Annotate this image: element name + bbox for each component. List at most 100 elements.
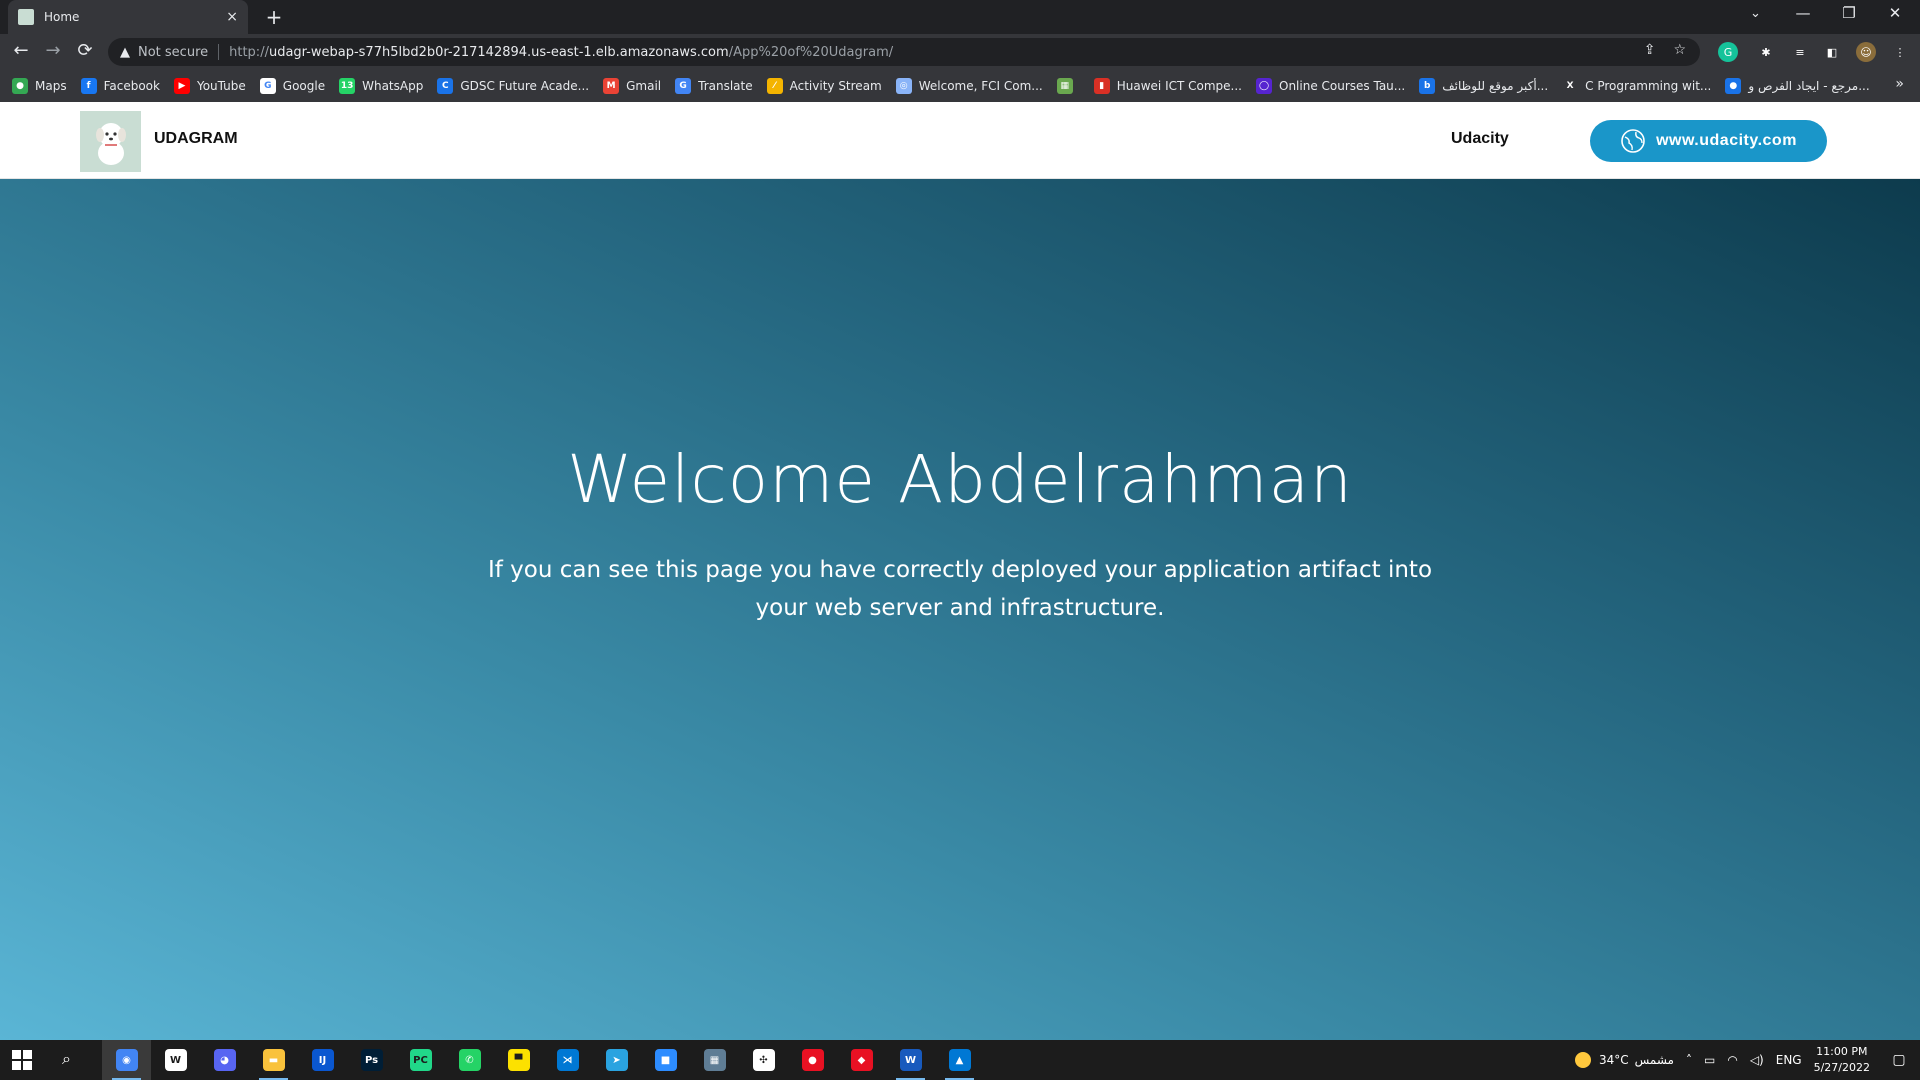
taskbar-app[interactable]: ▲: [935, 1040, 984, 1080]
windows-start-icon[interactable]: [12, 1050, 32, 1070]
minimize-button[interactable]: —: [1780, 4, 1826, 22]
bookmark-item[interactable]: ● Maps: [12, 78, 67, 94]
tab-search-icon[interactable]: ⌄: [1750, 6, 1761, 21]
tab-home[interactable]: Home ×: [8, 0, 248, 34]
star-icon[interactable]: ☆: [1673, 42, 1686, 58]
clock[interactable]: 11:00 PM 5/27/2022: [1814, 1044, 1870, 1076]
tray-chevron-icon[interactable]: ˄: [1686, 1053, 1692, 1067]
url-host: udagr-webap-s77h5lbd2b0r-217142894.us-ea…: [268, 44, 729, 60]
udacity-cta-button[interactable]: www.udacity.com: [1590, 120, 1827, 162]
telegram-icon: ➤: [605, 1049, 628, 1071]
bookmark-label: Google: [282, 79, 326, 93]
maps-icon: ●: [12, 78, 28, 94]
bookmark-item[interactable]: f Facebook: [80, 78, 160, 94]
puzzle-icon[interactable]: ✱: [1756, 42, 1776, 62]
bookmark-item[interactable]: ◯ Online Courses Tau...: [1256, 78, 1405, 94]
language-indicator[interactable]: ENG: [1776, 1053, 1802, 1067]
media-icon[interactable]: ≡: [1790, 42, 1810, 62]
bookmark-item[interactable]: 13 WhatsApp: [339, 78, 423, 94]
tab-strip: Home × + ⌄ — ❐ ✕: [0, 0, 1920, 34]
gmail-icon: M: [603, 78, 620, 94]
intellij-icon: IJ: [311, 1049, 334, 1071]
whatsapp-taskbar-icon: ✆: [458, 1049, 481, 1071]
bookmark-item[interactable]: ⁄ Activity Stream: [766, 78, 882, 94]
page-viewport: UDAGRAM Udacity www.udacity.com Welcome …: [0, 102, 1920, 1040]
bookmark-item[interactable]: X C Programming wit...: [1562, 78, 1711, 94]
close-window-button[interactable]: ✕: [1872, 4, 1918, 22]
taskbar-app[interactable]: ●: [788, 1040, 837, 1080]
taskbar-app[interactable]: ■: [641, 1040, 690, 1080]
fci-icon: ◎: [895, 78, 912, 94]
chrome-icon: ◉: [115, 1049, 138, 1071]
taskbar-app[interactable]: ◆: [837, 1040, 886, 1080]
taskbar-app[interactable]: ✣: [739, 1040, 788, 1080]
browser-toolbar: ← → ⟳ ▲ Not secure http:// udagr-webap-s…: [0, 34, 1920, 70]
profile-avatar[interactable]: ☺: [1856, 42, 1876, 62]
taskbar-app[interactable]: PC: [396, 1040, 445, 1080]
sun-icon: [1574, 1052, 1591, 1068]
bookmark-label: Translate: [698, 79, 753, 93]
taskbar-search-icon[interactable]: ⌕: [62, 1049, 71, 1069]
taskbar-app[interactable]: ▦: [690, 1040, 739, 1080]
bookmark-item[interactable]: M Gmail: [603, 78, 661, 94]
menu-icon[interactable]: ⋮: [1890, 42, 1910, 62]
hero-title: Welcome Abdelrahman: [567, 441, 1353, 518]
share-icon[interactable]: ⇪: [1644, 42, 1656, 58]
volume-icon[interactable]: ◁): [1750, 1053, 1764, 1067]
brand-logo[interactable]: [80, 111, 141, 172]
weather-temp: 34°C: [1598, 1053, 1629, 1067]
bookmark-item[interactable]: ◎ Welcome, FCI Com...: [895, 78, 1043, 94]
bookmark-item[interactable]: G Google: [259, 78, 326, 94]
taskbar-app[interactable]: ◕: [200, 1040, 249, 1080]
bookmark-item[interactable]: C GDSC Future Acade...: [437, 78, 589, 94]
tab-close-icon[interactable]: ×: [226, 9, 238, 25]
bookmark-item[interactable]: ▦: [1056, 78, 1080, 94]
windows-taskbar: ⌕ ◉ W ◕ ▬ IJ Ps PC ✆ ▀ ⋊ ➤ ■ ▦ ✣ ● ◆ W ▲ 34°C مشمس ˄ ▭ ◠ …: [0, 1040, 1920, 1080]
vscode-icon: ⋊: [556, 1049, 579, 1071]
file-explorer-icon: ▬: [262, 1049, 285, 1071]
taskbar-app[interactable]: ▀: [494, 1040, 543, 1080]
back-button[interactable]: ←: [8, 40, 34, 61]
warning-triangle-icon[interactable]: ▲: [120, 45, 130, 60]
bookmark-label: YouTube: [196, 79, 246, 93]
grammarly-icon[interactable]: G: [1718, 42, 1738, 62]
taskbar-app[interactable]: ➤: [592, 1040, 641, 1080]
battery-icon[interactable]: ▭: [1704, 1053, 1715, 1067]
taskbar-app[interactable]: Ps: [347, 1040, 396, 1080]
windows-app-icon: W: [164, 1049, 187, 1071]
activity-icon: ⁄: [766, 78, 783, 94]
taskbar-app[interactable]: ◉: [102, 1040, 151, 1080]
weather-widget[interactable]: 34°C مشمس: [1574, 1052, 1674, 1068]
new-tab-button[interactable]: +: [262, 5, 286, 29]
notification-icon[interactable]: ▢: [1884, 1052, 1914, 1068]
sticky-notes-icon: ▀: [507, 1049, 530, 1071]
facebook-icon: f: [80, 78, 97, 94]
taskbar-app[interactable]: W: [151, 1040, 200, 1080]
bookmark-item[interactable]: ▮ Huawei ICT Compe...: [1093, 78, 1242, 94]
bookmark-item[interactable]: ● مرجع - ايجاد الفرص و...: [1725, 78, 1870, 94]
taskbar-app[interactable]: W: [886, 1040, 935, 1080]
taskbar-app[interactable]: IJ: [298, 1040, 347, 1080]
taskbar-app[interactable]: ▬: [249, 1040, 298, 1080]
taskbar-app[interactable]: ✆: [445, 1040, 494, 1080]
bookmarks-overflow-button[interactable]: »: [1895, 76, 1904, 92]
brand-name[interactable]: UDAGRAM: [154, 130, 238, 148]
restore-button[interactable]: ❐: [1826, 4, 1872, 22]
security-label[interactable]: Not secure: [138, 45, 208, 60]
bookmark-item[interactable]: G Translate: [675, 78, 753, 94]
photos-icon: ▲: [948, 1049, 971, 1071]
address-bar[interactable]: ▲ Not secure http:// udagr-webap-s77h5lb…: [108, 38, 1700, 66]
omnibox-separator: [218, 44, 220, 60]
zoom-icon: ■: [654, 1049, 677, 1071]
forward-button[interactable]: →: [40, 40, 66, 61]
bookmark-item[interactable]: b أكبر موقع للوظائف...: [1419, 78, 1548, 94]
bookmark-label: Gmail: [626, 79, 662, 93]
photoshop-icon: Ps: [360, 1049, 383, 1071]
taskbar-app[interactable]: ⋊: [543, 1040, 592, 1080]
nav-link-udacity[interactable]: Udacity: [1451, 130, 1509, 148]
dog-logo-icon: [95, 122, 126, 165]
bookmark-item[interactable]: ▶ YouTube: [173, 78, 246, 94]
sidepanel-icon[interactable]: ◧: [1822, 42, 1842, 62]
wifi-icon[interactable]: ◠: [1727, 1053, 1737, 1067]
reload-button[interactable]: ⟳: [72, 40, 98, 61]
